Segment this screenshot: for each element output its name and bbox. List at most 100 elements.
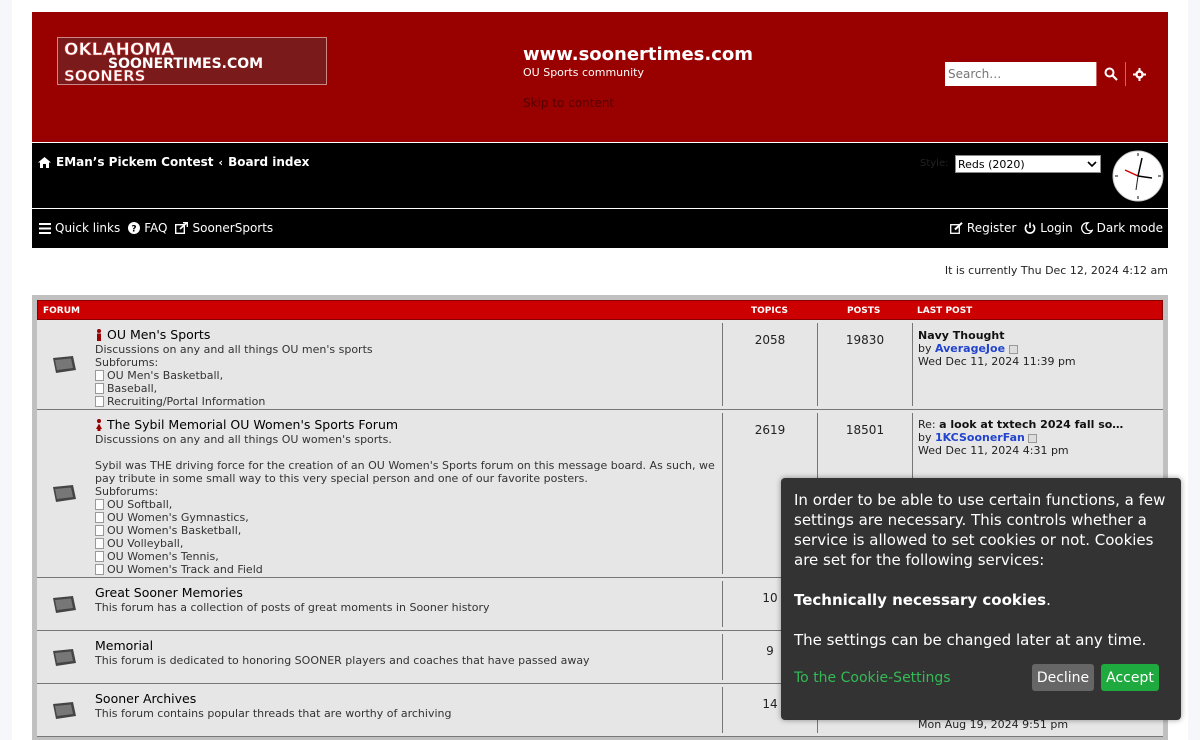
last-post-date: Wed Dec 11, 2024 4:31 pm: [918, 444, 1069, 457]
subforum-icon: [95, 396, 104, 407]
current-time: It is currently Thu Dec 12, 2024 4:12 am: [944, 264, 1168, 277]
subforum-icon: [95, 564, 104, 575]
last-post-user[interactable]: AverageJoe: [935, 342, 1005, 355]
subforum-label: Baseball,: [107, 382, 158, 395]
advanced-search-button[interactable]: [1125, 62, 1153, 86]
search-input[interactable]: [945, 62, 1096, 86]
forum-description: This forum is dedicated to honoring SOON…: [95, 654, 590, 667]
forum-title-link[interactable]: The Sybil Memorial OU Women's Sports For…: [95, 417, 398, 432]
forum-row: OU Men's Sports Discussions on any and a…: [37, 320, 1163, 410]
login-link[interactable]: Login: [1024, 221, 1073, 235]
forum-title: The Sybil Memorial OU Women's Sports For…: [107, 417, 399, 432]
chevron-down-icon: [1087, 161, 1097, 168]
style-select[interactable]: Reds (2020): [955, 155, 1101, 173]
search-icon: [1104, 67, 1118, 81]
subforum-link[interactable]: Recruiting/Portal Information: [95, 395, 720, 408]
last-post-user[interactable]: 1KCSoonerFan: [935, 431, 1025, 444]
breadcrumb-home[interactable]: EMan’s Pickem Contest: [56, 155, 214, 169]
search-button[interactable]: [1096, 62, 1124, 86]
cookie-necessary-label: Technically necessary cookies: [794, 591, 1047, 609]
logo-text-3: SOONERS: [64, 67, 145, 84]
subforum-label: OU Volleyball,: [107, 537, 184, 550]
forum-description: Discussions on any and all things OU wom…: [95, 433, 720, 576]
last-post-title[interactable]: a look at txtech 2024 fall so…: [939, 418, 1123, 431]
nav-bar: Quick links ? FAQ SoonerSports Register …: [32, 209, 1168, 248]
subforum-link[interactable]: OU Softball,: [95, 498, 720, 511]
forum-title: Memorial: [95, 638, 154, 653]
subforum-link[interactable]: OU Women's Track and Field: [95, 563, 720, 576]
site-description: OU Sports community: [523, 66, 644, 79]
forum-list-header: FORUM TOPICS POSTS LAST POST: [37, 300, 1163, 320]
subforums-label: Subforums:: [95, 485, 159, 498]
forum-title-link[interactable]: Sooner Archives: [95, 691, 196, 706]
forum-title-link[interactable]: Memorial: [95, 638, 153, 653]
subforum-link[interactable]: OU Women's Gymnastics,: [95, 511, 720, 524]
subforum-link[interactable]: OU Men's Basketball,: [95, 369, 720, 382]
forum-title: Great Sooner Memories: [95, 585, 243, 600]
subforum-icon: [95, 499, 104, 510]
site-logo[interactable]: OKLAHOMA SOONERTIMES.COM SOONERS: [57, 37, 327, 85]
column-divider: [722, 413, 723, 574]
forum-desc-text-2: Sybil was THE driving force for the crea…: [95, 459, 715, 485]
forum-title-link[interactable]: OU Men's Sports: [95, 327, 210, 342]
hamburger-icon: [39, 222, 51, 234]
cookie-later-text: The settings can be changed later at any…: [794, 631, 1147, 649]
site-title[interactable]: www.soonertimes.com: [523, 44, 753, 65]
register-label: Register: [966, 221, 1017, 235]
forum-read-icon: [53, 356, 76, 373]
subforum-label: Recruiting/Portal Information: [107, 395, 266, 408]
gear-icon: [1133, 67, 1146, 81]
power-icon: [1024, 222, 1036, 234]
header-forum: FORUM: [43, 306, 80, 316]
breadcrumb-board-index[interactable]: Board index: [228, 155, 309, 169]
register-link[interactable]: Register: [949, 221, 1017, 235]
last-post: Navy Thought by AverageJoe Wed Dec 11, 2…: [918, 329, 1076, 368]
breadcrumb-bar: EMan’s Pickem Contest ‹ Board index Styl…: [32, 143, 1168, 208]
cookie-necessary: Technically necessary cookies.: [794, 590, 1168, 610]
subforum-link[interactable]: OU Women's Basketball,: [95, 524, 720, 537]
subforum-link[interactable]: Baseball,: [95, 382, 720, 395]
edit-icon: [949, 222, 963, 234]
forum-desc-text: Discussions on any and all things OU men…: [95, 343, 373, 356]
subforum-link[interactable]: OU Volleyball,: [95, 537, 720, 550]
cookie-necessary-suffix: .: [1046, 591, 1051, 609]
subforum-label: OU Men's Basketball,: [107, 369, 224, 382]
last-post-by: by: [918, 342, 932, 355]
view-latest-icon[interactable]: [1028, 433, 1038, 443]
external-link-icon: [175, 222, 189, 234]
subforum-icon: [95, 551, 104, 562]
soonersports-link[interactable]: SoonerSports: [175, 221, 273, 235]
accept-button[interactable]: Accept: [1101, 664, 1159, 691]
last-post-title[interactable]: Navy Thought: [918, 329, 1005, 342]
cookie-consent-dialog: In order to be able to use certain funct…: [781, 478, 1181, 720]
forum-title: Sooner Archives: [95, 691, 197, 706]
subforum-link[interactable]: OU Women's Tennis,: [95, 550, 720, 563]
forum-read-icon: [53, 649, 76, 666]
header-topics: TOPICS: [751, 306, 788, 316]
clock-widget: [1112, 150, 1164, 202]
last-post: Re: a look at txtech 2024 fall so… by 1K…: [918, 418, 1123, 457]
subforum-label: OU Women's Tennis,: [107, 550, 219, 563]
skip-to-content-link[interactable]: Skip to content: [523, 96, 614, 110]
subforum-label: OU Women's Basketball,: [107, 524, 242, 537]
subforum-label: OU Softball,: [107, 498, 173, 511]
soonersports-label: SoonerSports: [192, 221, 274, 235]
decline-button[interactable]: Decline: [1032, 664, 1094, 691]
header-last-post: LAST POST: [917, 306, 973, 316]
style-selected-value: Reds (2020): [958, 157, 1025, 171]
forum-title-link[interactable]: Great Sooner Memories: [95, 585, 243, 600]
posts-count: 18501: [845, 423, 885, 437]
cookie-settings-link[interactable]: To the Cookie-Settings: [794, 668, 951, 688]
login-label: Login: [1040, 221, 1073, 235]
subforum-icon: [95, 525, 104, 536]
forum-read-icon: [53, 702, 76, 719]
quick-links-menu[interactable]: Quick links: [39, 221, 120, 235]
subforum-label: OU Women's Track and Field: [107, 563, 263, 576]
question-icon: ?: [128, 222, 141, 234]
chevron-left-icon: ‹: [218, 155, 224, 169]
person-icon: [96, 418, 102, 431]
dark-mode-toggle[interactable]: Dark mode: [1080, 221, 1163, 235]
site-header: OKLAHOMA SOONERTIMES.COM SOONERS www.soo…: [32, 12, 1168, 142]
view-latest-icon[interactable]: [1008, 344, 1018, 354]
faq-link[interactable]: ? FAQ: [128, 221, 167, 235]
